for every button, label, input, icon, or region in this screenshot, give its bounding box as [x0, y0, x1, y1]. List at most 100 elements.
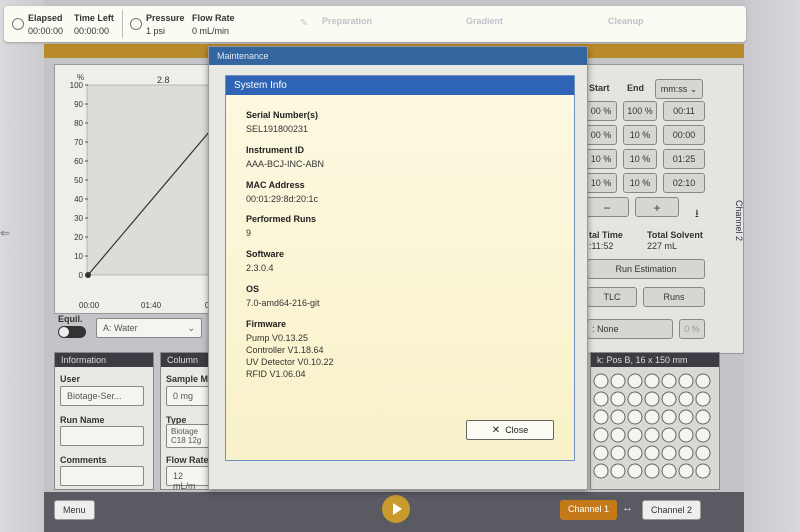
- rack-tube[interactable]: [610, 373, 626, 389]
- equil-toggle[interactable]: [58, 326, 86, 338]
- y-tick: 70: [74, 138, 83, 147]
- rack-tube[interactable]: [627, 445, 643, 461]
- rack-tube[interactable]: [661, 445, 677, 461]
- rack-tube[interactable]: [644, 409, 660, 425]
- rack-tube[interactable]: [644, 445, 660, 461]
- user-select[interactable]: Biotage-Ser...: [60, 386, 144, 406]
- gradient-cell[interactable]: 10 %: [623, 125, 657, 145]
- run-estimation-label: Run Estimation: [615, 264, 677, 274]
- rack-tube[interactable]: [610, 409, 626, 425]
- rack-tube[interactable]: [610, 463, 626, 479]
- column-type-select[interactable]: Biotage C18 12g: [166, 424, 210, 448]
- play-button[interactable]: [382, 495, 410, 523]
- step-gradient: Gradient: [466, 16, 504, 26]
- rack-tube[interactable]: [695, 409, 711, 425]
- close-icon: ✕: [491, 425, 501, 436]
- rack-tube[interactable]: [695, 445, 711, 461]
- rack-tube[interactable]: [695, 463, 711, 479]
- gradient-cell[interactable]: 10 %: [623, 149, 657, 169]
- gradient-cell[interactable]: 02:10: [663, 173, 705, 193]
- rack-tube[interactable]: [627, 409, 643, 425]
- solvent-select[interactable]: A: Water ⌄: [96, 318, 202, 338]
- rack-tube[interactable]: [593, 427, 609, 443]
- clock-icon: [12, 18, 24, 30]
- remove-step-button[interactable]: −: [585, 197, 629, 217]
- y-tick: 80: [74, 119, 83, 128]
- field-label: Performed Runs: [246, 214, 317, 224]
- rack-grid[interactable]: [591, 367, 721, 491]
- rack-tube[interactable]: [678, 409, 694, 425]
- rack-tube[interactable]: [678, 391, 694, 407]
- rack-tube[interactable]: [678, 427, 694, 443]
- rack-tube[interactable]: [627, 427, 643, 443]
- gradient-cell[interactable]: 100 %: [623, 101, 657, 121]
- flow-rate-value: 12 mL/m: [173, 471, 196, 491]
- gradient-cell[interactable]: 00 %: [585, 101, 617, 121]
- flow-rate-input[interactable]: 12 mL/m: [166, 466, 210, 491]
- rack-panel: k: Pos B, 16 x 150 mm: [590, 352, 720, 490]
- rack-tube[interactable]: [644, 427, 660, 443]
- firmware-uv-detector: UV Detector V0.10.22: [246, 357, 334, 367]
- pressure-label: Pressure: [146, 13, 185, 23]
- time-unit-select[interactable]: mm:ss ⌄: [655, 79, 703, 99]
- menu-button[interactable]: Menu: [54, 500, 95, 520]
- comments-input[interactable]: [60, 466, 144, 486]
- rack-tube[interactable]: [610, 427, 626, 443]
- gradient-cell[interactable]: 10 %: [585, 149, 617, 169]
- rack-tube[interactable]: [661, 391, 677, 407]
- channel-1-button[interactable]: Channel 1: [560, 500, 618, 520]
- threshold-input[interactable]: 0 %: [679, 319, 705, 339]
- comments-label: Comments: [60, 455, 107, 465]
- rack-tube[interactable]: [678, 463, 694, 479]
- close-button[interactable]: ✕ Close: [466, 420, 554, 440]
- rack-tube[interactable]: [593, 463, 609, 479]
- rack-tube[interactable]: [644, 391, 660, 407]
- serial-number-field: Serial Number(s) SEL191800231: [246, 110, 318, 135]
- run-name-input[interactable]: [60, 426, 144, 446]
- rack-tube[interactable]: [593, 445, 609, 461]
- rack-tube[interactable]: [695, 391, 711, 407]
- add-step-button[interactable]: +: [635, 197, 679, 217]
- rack-tube[interactable]: [627, 391, 643, 407]
- gradient-cell[interactable]: 00:00: [663, 125, 705, 145]
- gradient-cell[interactable]: 00 %: [585, 125, 617, 145]
- user-label: User: [60, 374, 81, 384]
- gradient-cell[interactable]: 00:11: [663, 101, 705, 121]
- rack-tube[interactable]: [627, 463, 643, 479]
- firmware-pump: Pump V0.13.25: [246, 333, 309, 343]
- swap-icon[interactable]: ↔: [622, 502, 633, 514]
- rack-tube[interactable]: [695, 427, 711, 443]
- run-estimation-button[interactable]: Run Estimation: [587, 259, 705, 279]
- rack-tube[interactable]: [661, 463, 677, 479]
- rack-tube[interactable]: [661, 427, 677, 443]
- rack-tube[interactable]: [593, 391, 609, 407]
- fraction-select[interactable]: : None: [587, 319, 673, 339]
- gradient-cell[interactable]: 10 %: [623, 173, 657, 193]
- channel-2-button[interactable]: Channel 2: [642, 500, 702, 520]
- rack-tube[interactable]: [610, 445, 626, 461]
- pencil-icon: ✎: [300, 18, 309, 29]
- y-tick: 30: [74, 214, 83, 223]
- download-icon[interactable]: ⭳: [695, 205, 699, 224]
- rack-tube[interactable]: [678, 373, 694, 389]
- rack-tube[interactable]: [661, 373, 677, 389]
- sample-input[interactable]: 0 mg: [166, 386, 210, 406]
- rack-tube[interactable]: [593, 373, 609, 389]
- channel-2-side-label[interactable]: Channel 2: [724, 200, 744, 290]
- elapsed-value: 00:00:00: [28, 26, 64, 36]
- rack-tube[interactable]: [695, 373, 711, 389]
- rack-tube[interactable]: [593, 409, 609, 425]
- rack-tube[interactable]: [610, 391, 626, 407]
- gradient-cell[interactable]: 01:25: [663, 149, 705, 169]
- gradient-cell[interactable]: 10 %: [585, 173, 617, 193]
- rack-tube[interactable]: [627, 373, 643, 389]
- rack-tube[interactable]: [644, 373, 660, 389]
- tlc-button[interactable]: TLC: [587, 287, 637, 307]
- runs-button[interactable]: Runs: [643, 287, 705, 307]
- rack-tube[interactable]: [661, 409, 677, 425]
- maintenance-title: Maintenance: [209, 47, 587, 65]
- rack-tube[interactable]: [678, 445, 694, 461]
- firmware-rfid: RFID V1.06.04: [246, 369, 306, 379]
- field-value: 2.3.0.4: [246, 263, 274, 273]
- rack-tube[interactable]: [644, 463, 660, 479]
